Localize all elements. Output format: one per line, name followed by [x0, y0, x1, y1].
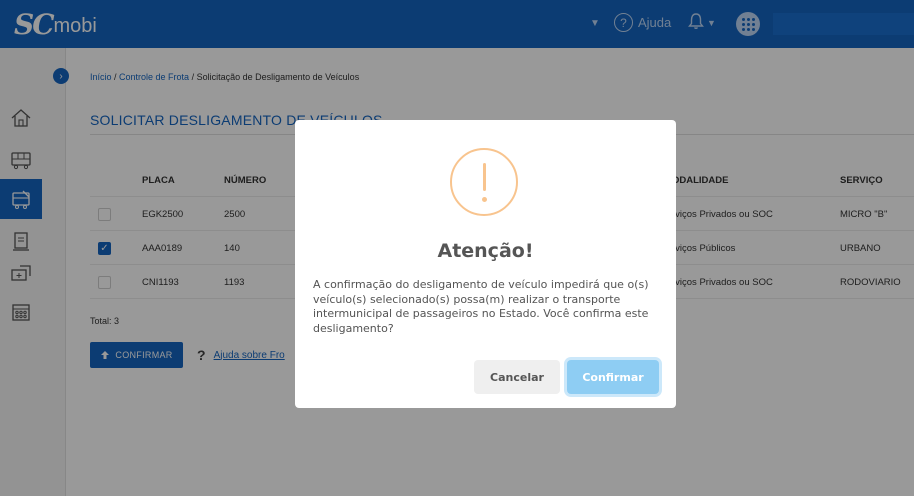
dialog-message: A confirmação do desligamento de veículo… — [313, 278, 649, 335]
warning-icon — [450, 148, 518, 216]
dialog-title: Atenção! — [437, 240, 534, 262]
confirmation-dialog: Atenção! A confirmação do desligamento d… — [295, 120, 676, 408]
dialog-confirm-button[interactable]: Confirmar — [567, 360, 659, 394]
cancel-button[interactable]: Cancelar — [474, 360, 560, 394]
